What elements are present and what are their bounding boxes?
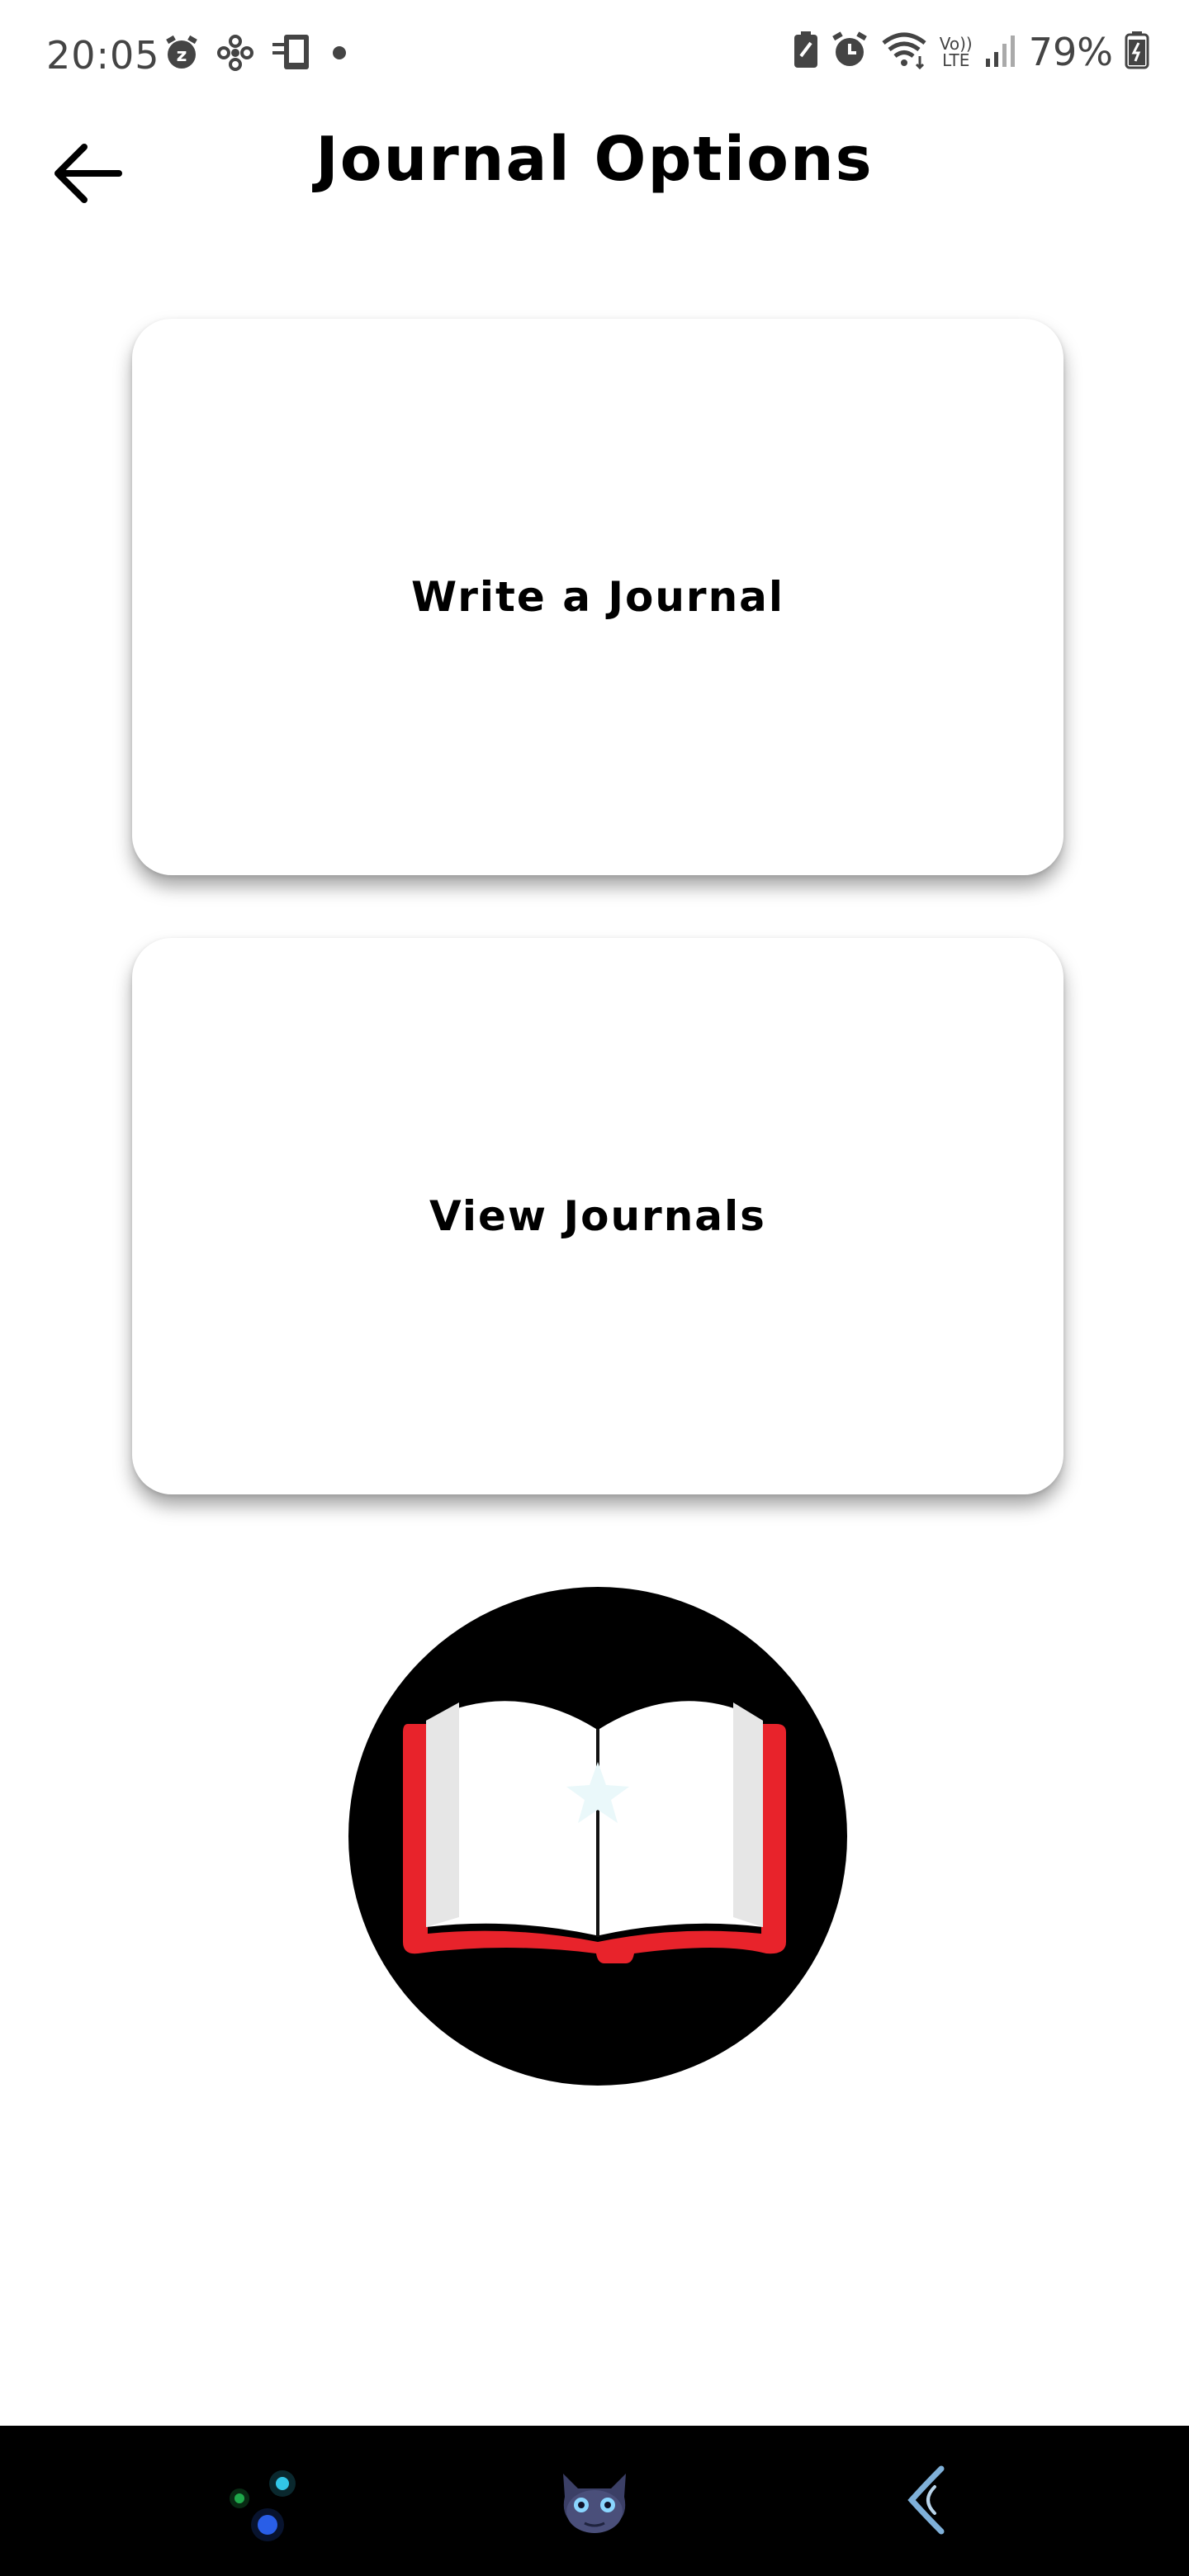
journal-illustration (348, 1587, 847, 2086)
volte-icon: Vo)) LTE (940, 36, 973, 69)
write-journal-label: Write a Journal (410, 573, 785, 621)
notification-dot-icon (330, 44, 348, 65)
write-journal-card[interactable]: Write a Journal (132, 319, 1063, 875)
battery-icon (1125, 31, 1149, 73)
device-icon (271, 33, 314, 76)
page-title: Journal Options (315, 124, 874, 195)
nav-avatar-button[interactable] (545, 2451, 644, 2550)
back-gesture-icon (907, 2465, 945, 2535)
fan-icon (216, 34, 254, 75)
open-book-icon (403, 1701, 786, 1963)
nav-back-gesture-button[interactable] (877, 2451, 976, 2550)
dragon-avatar-icon (563, 2474, 626, 2533)
status-bar: 20:05 z Vo)) LTE 79% (0, 0, 1189, 112)
battery-percent: 79% (1028, 30, 1113, 74)
alarm-snooze-icon: z (163, 35, 200, 74)
wifi-icon (880, 31, 928, 73)
signal-icon (984, 32, 1017, 72)
status-left-icons: z (163, 33, 348, 76)
alarm-icon (831, 31, 869, 73)
app-dots-icon (230, 2470, 296, 2541)
status-right-icons: Vo)) LTE 79% (793, 30, 1149, 74)
svg-text:z: z (177, 45, 187, 66)
status-time: 20:05 (46, 33, 160, 78)
view-journals-card[interactable]: View Journals (132, 938, 1063, 1494)
view-journals-label: View Journals (429, 1192, 766, 1240)
nav-app-dots-button[interactable] (215, 2451, 314, 2550)
navigation-bar (0, 2426, 1189, 2576)
battery-saver-icon (793, 31, 819, 73)
volte-bottom-label: LTE (942, 50, 970, 70)
volte-top-label: Vo)) (939, 34, 973, 54)
